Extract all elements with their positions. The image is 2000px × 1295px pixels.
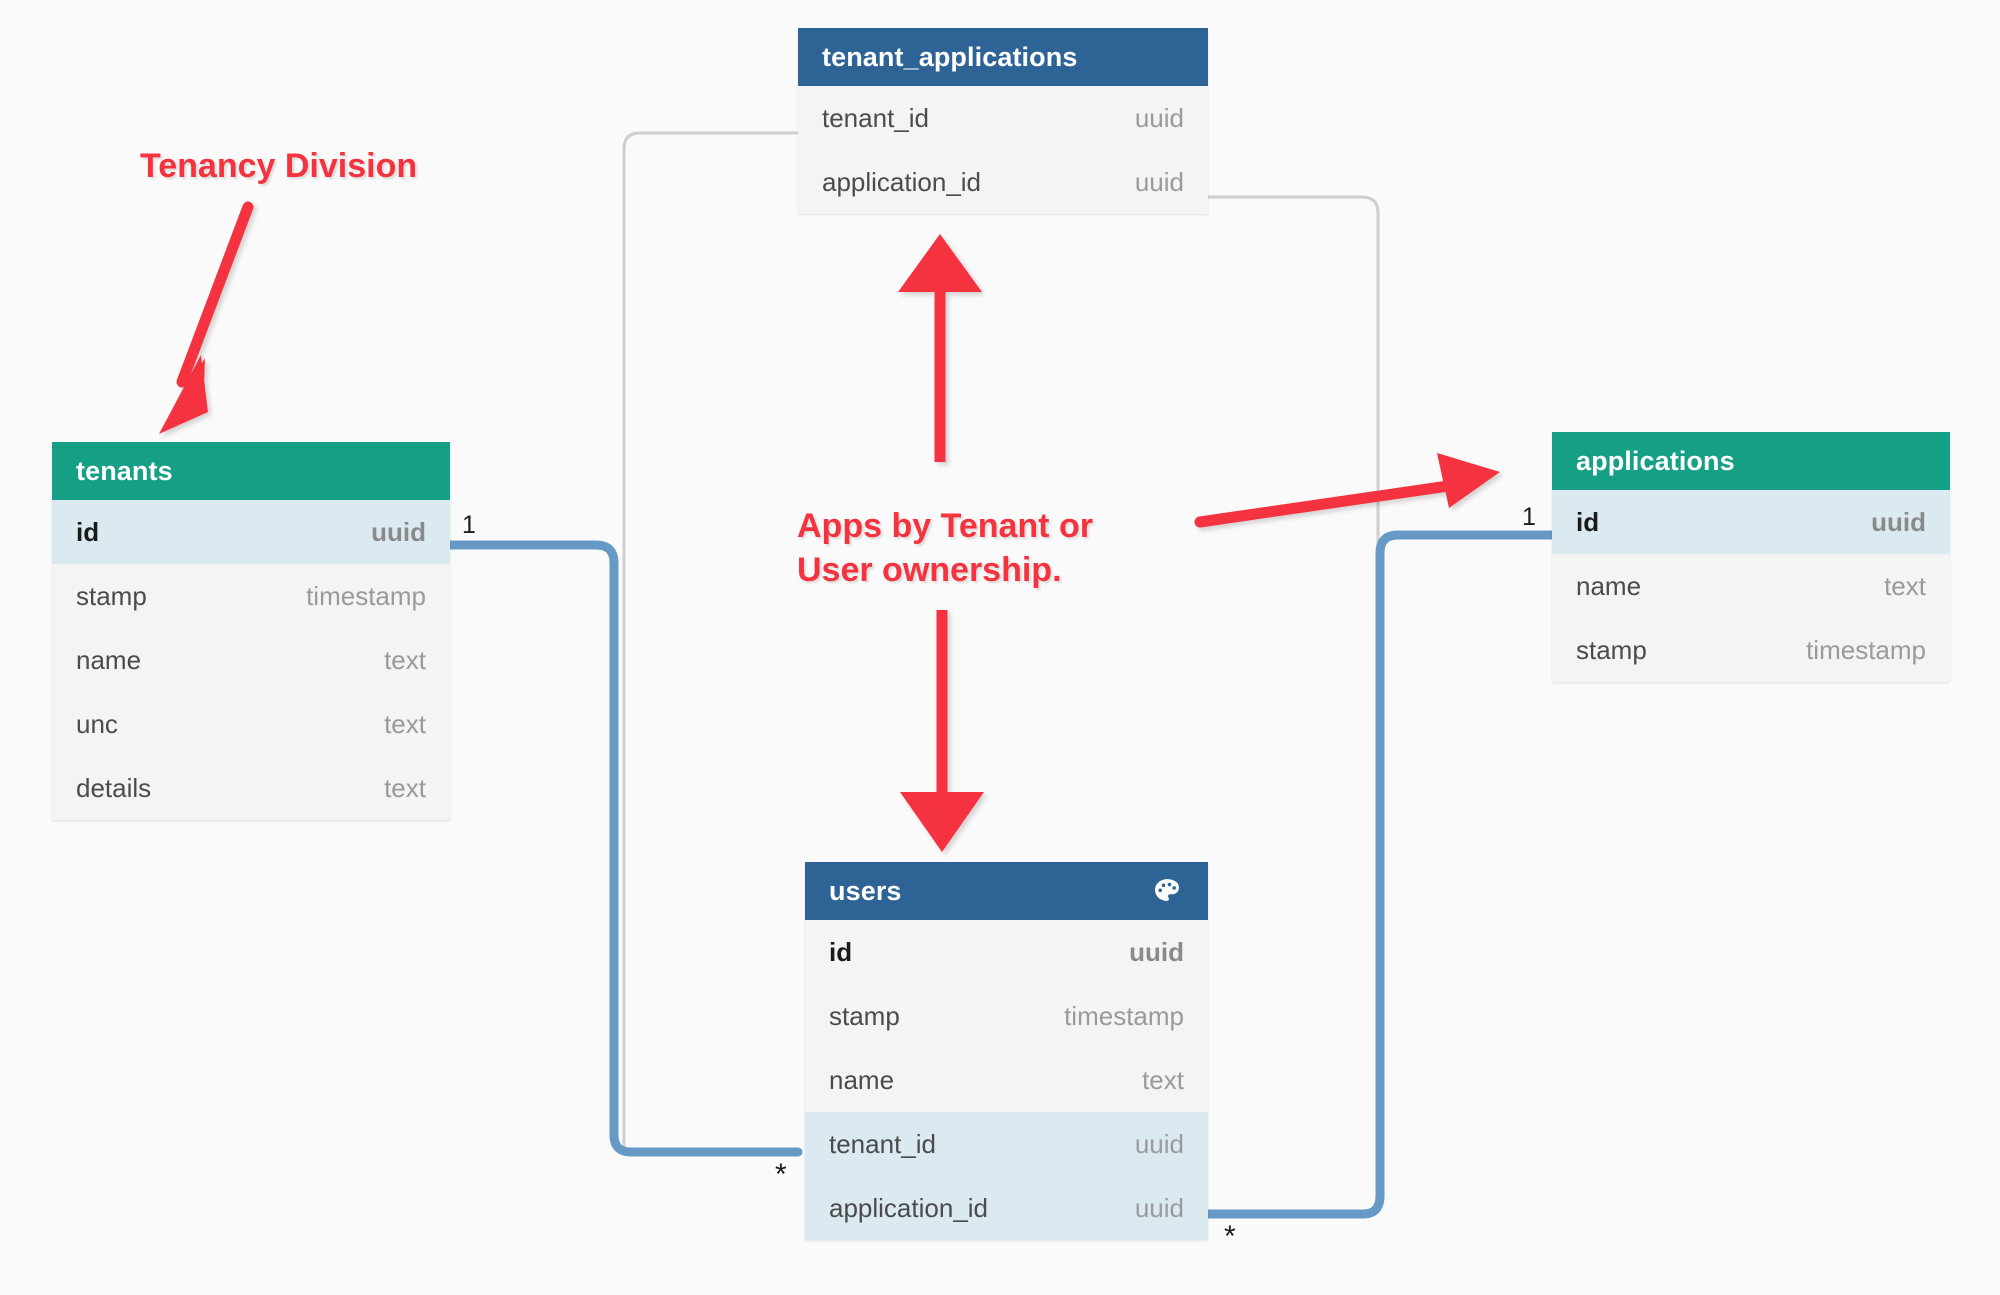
field-type: uuid [1129, 936, 1184, 967]
link-tenant-applications-application [1208, 195, 1380, 1200]
entity-title: tenants [76, 455, 173, 486]
palette-icon[interactable] [1150, 874, 1184, 908]
entity-title: tenant_applications [822, 41, 1078, 72]
field-row[interactable]: stamp timestamp [1552, 618, 1950, 682]
field-row[interactable]: name text [805, 1048, 1208, 1112]
cardinality-users-application-many: * [1224, 1220, 1236, 1253]
field-row-primary-key[interactable]: id uuid [1552, 490, 1950, 554]
er-diagram-canvas: tenant_applications tenant_id uuid appli… [0, 0, 2000, 1295]
field-name: unc [76, 708, 118, 739]
cardinality-tenants-one: 1 [462, 511, 476, 539]
field-type: uuid [371, 516, 426, 547]
field-type: timestamp [306, 580, 426, 611]
field-name: name [76, 644, 142, 675]
field-type: uuid [1134, 1128, 1184, 1159]
field-row[interactable]: stamp timestamp [52, 564, 450, 628]
entity-header: tenants [52, 442, 450, 500]
entity-header: tenant_applications [798, 28, 1208, 86]
field-row[interactable]: details text [52, 756, 450, 820]
field-row[interactable]: tenant_id uuid [798, 86, 1208, 150]
arrow-to-tenant-applications [898, 234, 982, 462]
entity-tenants[interactable]: tenants id uuid stamp timestamp name tex… [52, 442, 450, 820]
field-name: application_id [822, 166, 982, 197]
entity-users[interactable]: users id uuid stamp timestamp name text [805, 862, 1208, 1240]
field-row[interactable]: name text [1552, 554, 1950, 618]
field-type: text [384, 772, 426, 803]
entity-applications[interactable]: applications id uuid name text stamp tim… [1552, 432, 1950, 682]
link-tenants-users [445, 540, 803, 1157]
arrow-to-applications [1194, 453, 1500, 528]
cardinality-applications-one: 1 [1522, 503, 1536, 531]
entity-title: users [829, 875, 902, 906]
entity-header: users [805, 862, 1208, 920]
annotation-apps-ownership: Apps by Tenant or User ownership. [797, 507, 1093, 589]
field-name: stamp [829, 1000, 900, 1031]
field-name: id [76, 516, 100, 547]
entity-header: applications [1552, 432, 1950, 490]
field-row-primary-key[interactable]: id uuid [52, 500, 450, 564]
field-row[interactable]: application_id uuid [798, 150, 1208, 214]
arrow-tenancy-division [159, 201, 254, 434]
field-type: uuid [1134, 1192, 1184, 1223]
annotation-tenancy-division: Tenancy Division [140, 147, 418, 185]
field-type: timestamp [1806, 634, 1926, 665]
arrow-to-users [900, 610, 984, 852]
field-row[interactable]: unc text [52, 692, 450, 756]
field-type: text [384, 708, 426, 739]
link-tenant-applications-tenant [622, 131, 798, 1150]
field-row[interactable]: stamp timestamp [805, 984, 1208, 1048]
field-name: application_id [829, 1192, 989, 1223]
entity-title: applications [1576, 445, 1735, 476]
field-name: name [829, 1064, 895, 1095]
field-type: text [384, 644, 426, 675]
cardinality-users-tenant-many: * [775, 1158, 787, 1191]
field-name: stamp [1576, 634, 1647, 665]
field-name: stamp [76, 580, 147, 611]
field-name: tenant_id [822, 102, 929, 133]
field-name: name [1576, 570, 1642, 601]
field-name: tenant_id [829, 1128, 936, 1159]
field-name: details [76, 772, 152, 803]
field-row[interactable]: name text [52, 628, 450, 692]
field-type: text [1884, 570, 1926, 601]
entity-tenant-applications[interactable]: tenant_applications tenant_id uuid appli… [798, 28, 1208, 214]
field-row-foreign-key[interactable]: application_id uuid [805, 1176, 1208, 1240]
field-name: id [1576, 506, 1600, 537]
field-type: uuid [1871, 506, 1926, 537]
field-type: text [1142, 1064, 1184, 1095]
link-applications-users [1203, 530, 1557, 1219]
field-type: uuid [1134, 102, 1184, 133]
field-type: uuid [1134, 166, 1184, 197]
field-row-primary-key[interactable]: id uuid [805, 920, 1208, 984]
field-row-foreign-key[interactable]: tenant_id uuid [805, 1112, 1208, 1176]
field-type: timestamp [1064, 1000, 1184, 1031]
field-name: id [829, 936, 853, 967]
